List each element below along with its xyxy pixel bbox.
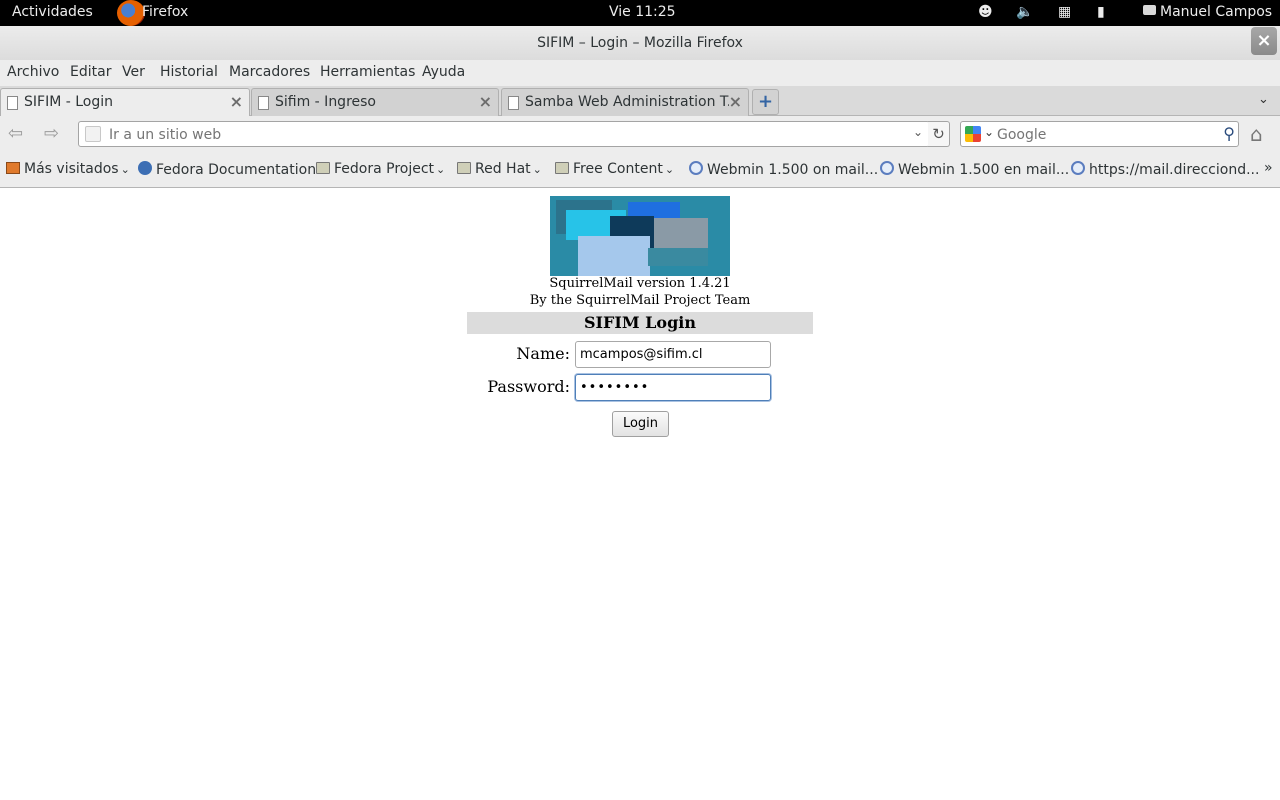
bookmark-free-content[interactable]: Free Content ⌄ <box>555 161 674 177</box>
more-bookmarks-chevron-icon[interactable]: » <box>1264 160 1273 176</box>
search-input[interactable] <box>997 125 1207 145</box>
chevron-down-icon: ⌄ <box>664 163 675 176</box>
search-bar[interactable]: ⌄ ⚲ <box>960 121 1239 147</box>
page-content: SquirrelMail version 1.4.21 By the Squir… <box>0 189 1280 800</box>
team-text: By the SquirrelMail Project Team <box>529 293 751 308</box>
bookmark-label: Más visitados <box>24 161 119 177</box>
bookmark-label: Free Content <box>573 161 663 177</box>
bookmark-fedora-project[interactable]: Fedora Project ⌄ <box>316 161 445 177</box>
bookmark-label: https://mail.direcciond... <box>1089 162 1260 178</box>
menu-historial[interactable]: Historial <box>160 64 218 80</box>
new-tab-button[interactable]: + <box>752 89 779 115</box>
firefox-icon[interactable] <box>117 0 145 26</box>
folder-icon <box>316 162 330 174</box>
url-input[interactable] <box>109 125 899 145</box>
bookmark-label: Webmin 1.500 en mail... <box>898 162 1070 178</box>
chevron-down-icon: ⌄ <box>436 163 446 176</box>
tab-samba[interactable]: Samba Web Administration T... × <box>501 88 749 116</box>
close-tab-icon[interactable]: × <box>479 92 492 111</box>
window-title: SIFIM – Login – Mozilla Firefox <box>537 35 743 51</box>
bookmarks-toolbar: Más visitados ⌄ Fedora Documentation Fedo… <box>0 152 1280 188</box>
accessibility-icon[interactable]: ☻ <box>978 4 993 20</box>
google-engine-icon[interactable] <box>965 126 981 142</box>
close-tab-icon[interactable]: × <box>729 92 742 111</box>
activities-button[interactable]: Actividades <box>12 4 93 20</box>
close-window-button[interactable]: × <box>1251 27 1277 55</box>
folder-icon <box>457 162 471 174</box>
most-visited-icon <box>6 162 20 174</box>
tab-label: Sifim - Ingreso <box>275 94 376 110</box>
name-label: Name: <box>516 344 570 363</box>
webmin-icon <box>1071 161 1085 175</box>
url-history-dropdown-icon[interactable]: ⌄ <box>913 125 923 139</box>
bookmark-label: Fedora Project <box>334 161 435 177</box>
volume-icon[interactable]: 🔈 <box>1016 4 1033 20</box>
chat-icon[interactable] <box>1143 5 1156 15</box>
tab-label: SIFIM - Login <box>24 94 113 110</box>
menu-ver[interactable]: Ver <box>122 64 145 80</box>
folder-icon <box>555 162 569 174</box>
url-bar[interactable]: ⌄ <box>78 121 930 147</box>
bookmark-label: Webmin 1.500 on mail... <box>707 162 879 178</box>
window-title-bar: SIFIM – Login – Mozilla Firefox × <box>0 26 1280 60</box>
forward-icon[interactable]: ⇨ <box>44 123 59 144</box>
menu-marcadores[interactable]: Marcadores <box>229 64 310 80</box>
webmin-icon <box>880 161 894 175</box>
search-icon[interactable]: ⚲ <box>1223 124 1235 143</box>
login-header: SIFIM Login <box>467 312 813 334</box>
password-input[interactable] <box>575 374 771 401</box>
squirrelmail-logo <box>550 196 730 276</box>
chevron-down-icon: ⌄ <box>532 163 542 176</box>
app-menu-button[interactable]: Firefox <box>142 4 188 20</box>
webmin-icon <box>689 161 703 175</box>
navigation-bar: ⇦ ⇨ ⌄ ↻ ⌄ ⚲ ⌂ <box>0 116 1280 152</box>
menu-archivo[interactable]: Archivo <box>7 64 59 80</box>
page-icon <box>508 96 519 110</box>
password-label: Password: <box>487 377 570 396</box>
bookmark-red-hat[interactable]: Red Hat ⌄ <box>457 161 542 177</box>
fedora-icon <box>138 161 152 175</box>
search-engine-dropdown-icon[interactable]: ⌄ <box>984 125 994 139</box>
bookmark-label: Fedora Documentation <box>156 162 317 178</box>
page-icon <box>7 96 18 110</box>
battery-icon[interactable]: ▮ <box>1097 4 1105 20</box>
bookmark-mas-visitados[interactable]: Más visitados ⌄ <box>6 161 130 177</box>
menu-editar[interactable]: Editar <box>70 64 111 80</box>
site-identity-icon[interactable] <box>85 126 101 142</box>
name-input[interactable] <box>575 341 771 368</box>
tab-sifim-ingreso[interactable]: Sifim - Ingreso × <box>251 88 499 116</box>
tab-list-chevron-icon[interactable]: ⌄ <box>1258 92 1269 107</box>
menu-herramientas[interactable]: Herramientas <box>320 64 415 80</box>
tab-label: Samba Web Administration T... <box>525 94 729 110</box>
bookmark-webmin-on-mail[interactable]: Webmin 1.500 on mail... <box>689 161 878 178</box>
bookmark-mail-direccion[interactable]: https://mail.direcciond... <box>1071 161 1259 178</box>
tab-sifim-login[interactable]: SIFIM - Login × <box>0 88 250 117</box>
tab-bar: SIFIM - Login × Sifim - Ingreso × Samba … <box>0 86 1280 117</box>
chevron-down-icon: ⌄ <box>120 163 130 176</box>
bookmark-webmin-en-mail[interactable]: Webmin 1.500 en mail... <box>880 161 1069 178</box>
page-icon <box>258 96 269 110</box>
bookmark-fedora-documentation[interactable]: Fedora Documentation <box>138 161 316 178</box>
menu-bar: Archivo Editar Ver Historial Marcadores … <box>0 60 1280 86</box>
network-icon[interactable]: ▦ <box>1058 4 1071 20</box>
user-menu[interactable]: Manuel Campos <box>1160 4 1272 20</box>
reload-icon[interactable]: ↻ <box>928 121 950 147</box>
home-icon[interactable]: ⌂ <box>1250 122 1263 146</box>
clock[interactable]: Vie 11:25 <box>609 4 676 20</box>
bookmark-label: Red Hat <box>475 161 531 177</box>
close-tab-icon[interactable]: × <box>230 92 243 111</box>
version-text: SquirrelMail version 1.4.21 <box>549 276 731 291</box>
gnome-top-bar: Actividades Firefox Vie 11:25 ☻ 🔈 ▦ ▮ Ma… <box>0 0 1280 26</box>
menu-ayuda[interactable]: Ayuda <box>422 64 465 80</box>
back-icon[interactable]: ⇦ <box>8 123 23 144</box>
login-button[interactable]: Login <box>612 411 669 437</box>
